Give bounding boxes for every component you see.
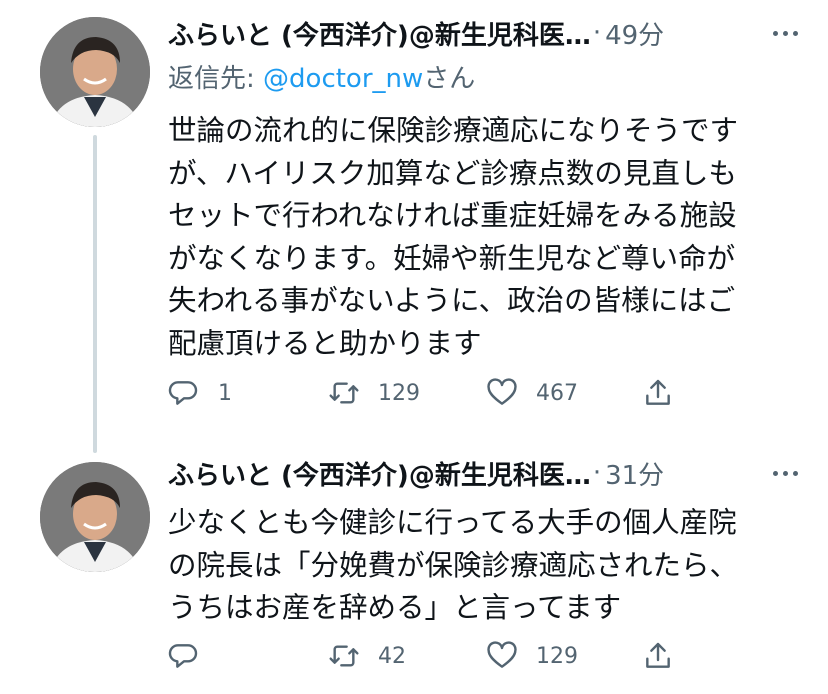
tweet-text-line: 世論の流れ的に保険診療適応になりそうです <box>168 114 739 147</box>
tweet-text-line: セットで行われなければ重症妊婦をみる施設 <box>168 199 737 232</box>
share-button[interactable] <box>642 373 674 413</box>
tweet-1[interactable]: ふらいと (今西洋介)@新生児科医… · 49分 返信先: @doctor_nw… <box>0 0 828 453</box>
action-bar: 1 129 467 <box>168 373 688 413</box>
retweet-count: 129 <box>378 380 420 406</box>
tweet-text-line: がなくなります。妊婦や新生児など尊い命が <box>168 241 736 275</box>
tweet-text-line: 配慮頂けると助かります <box>168 326 482 360</box>
avatar-photo-icon <box>40 462 150 572</box>
like-count: 129 <box>536 643 578 669</box>
more-icon[interactable] <box>773 454 798 492</box>
replying-suffix: さん <box>423 64 476 94</box>
like-icon <box>487 641 517 668</box>
retweet-icon <box>329 645 359 667</box>
separator-dot: · <box>592 18 602 48</box>
tweet-text: 世論の流れ的に保険診療適応になりそうです が、ハイリスク加算など診療点数の見直し… <box>168 110 768 365</box>
author-name[interactable]: ふらいと (今西洋介)@新生児科医… <box>168 15 591 52</box>
like-icon <box>487 378 517 405</box>
like-button[interactable]: 129 <box>486 636 578 676</box>
tweet-text-line: 失われる事がないように、政治の皆様にはご <box>168 284 736 317</box>
reply-icon <box>168 644 198 668</box>
reply-count: 1 <box>218 380 232 406</box>
thread-line <box>93 135 97 453</box>
share-icon <box>646 379 670 405</box>
avatar[interactable] <box>40 17 150 127</box>
tweet-text: 少なくとも今健診に行ってる大手の個人産院 の院長は「分娩費が保険診療適応されたら… <box>168 502 768 630</box>
more-icon[interactable] <box>773 14 798 52</box>
reply-handle-link[interactable]: @doctor_nw <box>263 64 423 94</box>
retweet-count: 42 <box>378 643 406 669</box>
tweet-header: ふらいと (今西洋介)@新生児科医… · 49分 <box>168 14 798 52</box>
timestamp[interactable]: 49分 <box>605 15 664 52</box>
retweet-icon <box>329 382 359 404</box>
retweet-button[interactable]: 129 <box>328 373 420 413</box>
tweet-header: ふらいと (今西洋介)@新生児科医… · 31分 <box>168 454 798 492</box>
replying-prefix: 返信先: <box>168 64 264 94</box>
tweet-text-line: の院長は「分娩費が保険診療適応されたら、 <box>168 548 739 582</box>
timestamp[interactable]: 31分 <box>605 455 664 492</box>
author-name[interactable]: ふらいと (今西洋介)@新生児科医… <box>168 455 591 492</box>
reply-icon <box>168 381 198 405</box>
action-bar: 42 129 <box>168 636 688 676</box>
share-button[interactable] <box>642 636 674 676</box>
avatar-photo-icon <box>40 17 150 127</box>
replying-to: 返信先: @doctor_nwさん <box>168 58 475 95</box>
like-count: 467 <box>536 380 578 406</box>
reply-button[interactable] <box>168 636 218 676</box>
separator-dot: · <box>592 458 602 488</box>
retweet-button[interactable]: 42 <box>328 636 406 676</box>
share-icon <box>646 642 670 668</box>
avatar[interactable] <box>40 462 150 572</box>
tweet-text-line: うちはお産を辞める」と言ってます <box>168 591 622 624</box>
like-button[interactable]: 467 <box>486 373 578 413</box>
tweet-2[interactable]: ふらいと (今西洋介)@新生児科医… · 31分 少なくとも今健診に行ってる大手… <box>0 440 828 694</box>
tweet-text-line: が、ハイリスク加算など診療点数の見直しも <box>168 156 737 190</box>
reply-button[interactable]: 1 <box>168 373 232 413</box>
tweet-text-line: 少なくとも今健診に行ってる大手の個人産院 <box>168 506 737 539</box>
